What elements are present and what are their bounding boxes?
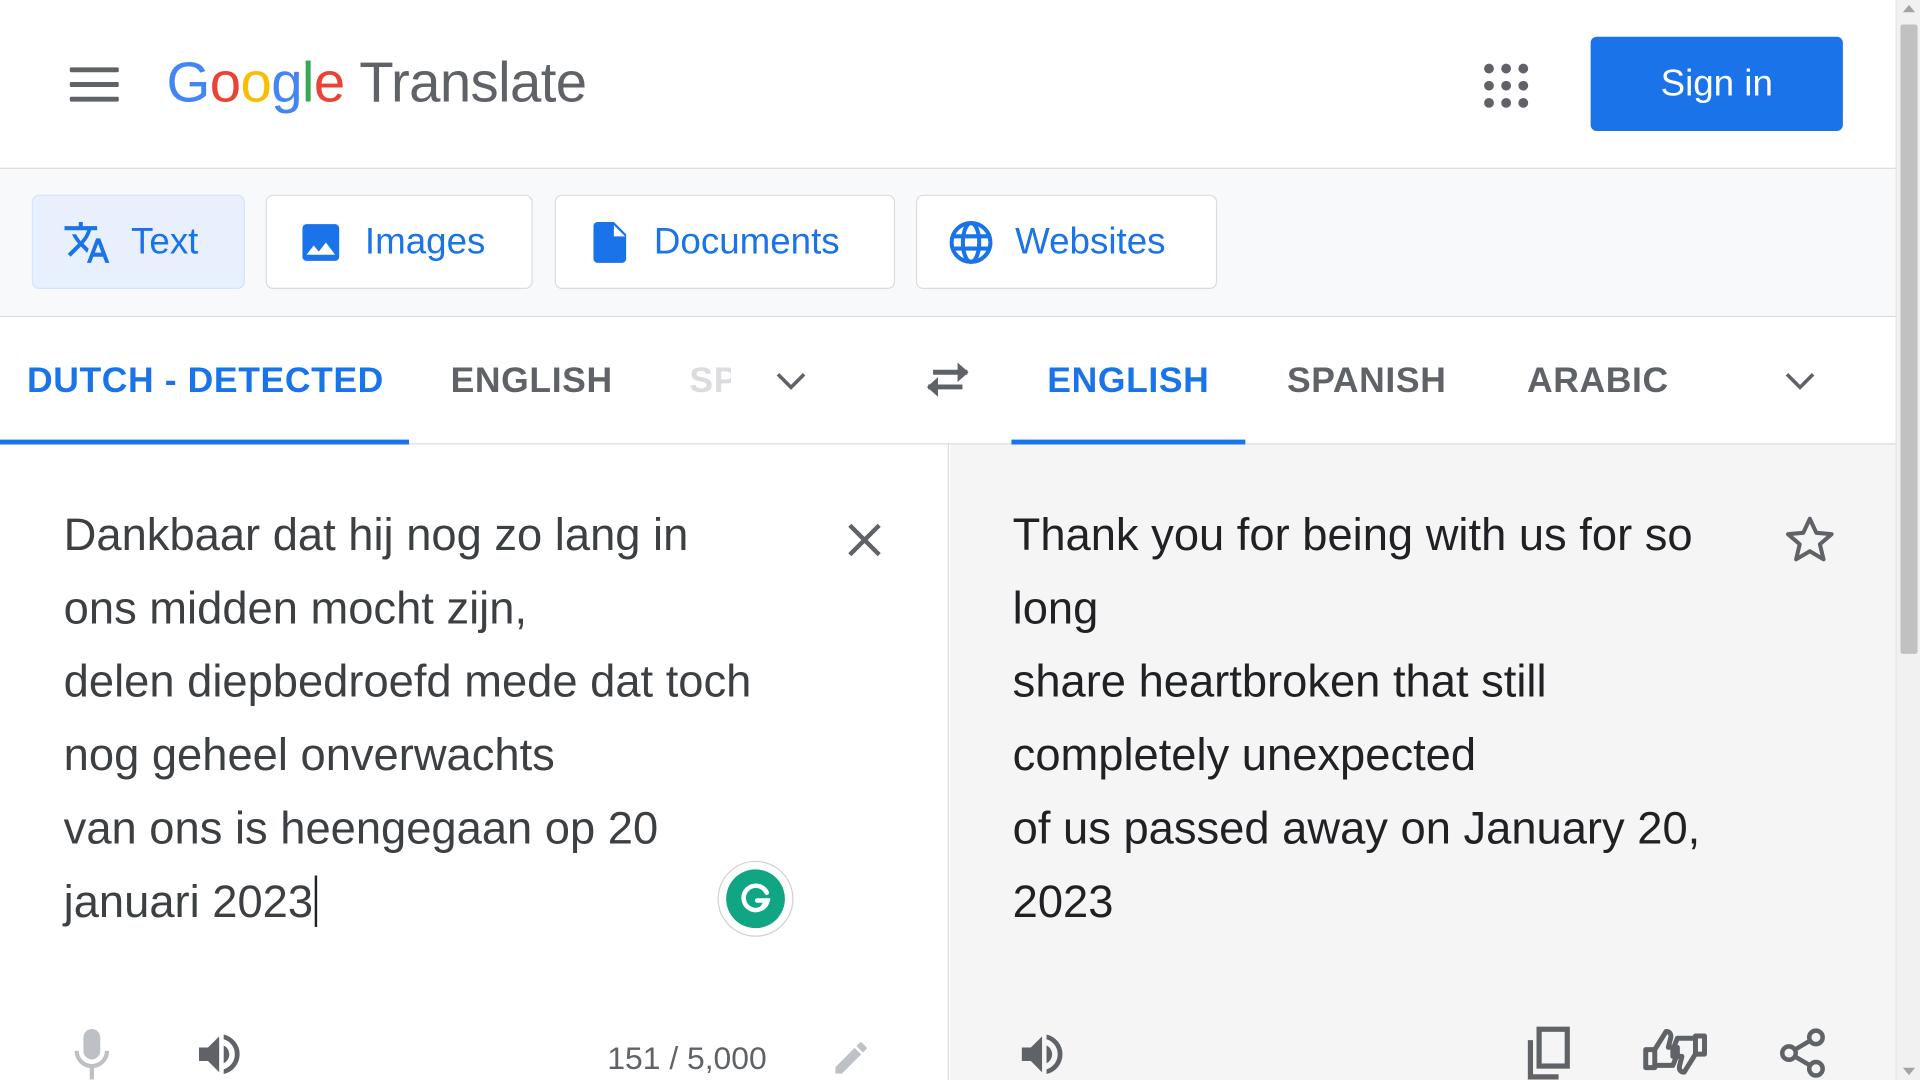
globe-icon — [949, 220, 993, 264]
image-icon — [302, 223, 340, 261]
target-lang-spanish-tab[interactable]: SPANISH — [1287, 317, 1447, 444]
mode-text-label: Text — [131, 221, 199, 262]
source-text-input[interactable]: Dankbaar dat hij nog zo lang in ons midde… — [64, 498, 799, 939]
app-root: Google Translate Sign in Text Images Docu… — [0, 0, 1920, 1080]
target-lang-arabic-tab[interactable]: ARABIC — [1527, 317, 1669, 444]
document-icon — [593, 221, 627, 263]
scrollbar-thumb[interactable] — [1900, 24, 1918, 654]
scroll-up-arrow-icon[interactable] — [1902, 4, 1916, 13]
page-scrollbar[interactable] — [1895, 0, 1920, 1080]
source-lang-english-tab[interactable]: ENGLISH — [451, 317, 613, 444]
listen-translation-speaker-icon[interactable] — [1014, 1027, 1070, 1080]
target-lang-english-tab[interactable]: ENGLISH — [1011, 317, 1246, 445]
rate-translation-thumbs-icon[interactable] — [1641, 1022, 1710, 1080]
translation-panel: Thank you for being with us for so long sh… — [950, 444, 1896, 1080]
mode-documents-label: Documents — [653, 221, 840, 262]
mode-websites-label: Websites — [1015, 221, 1166, 262]
target-lang-more-chevron-icon[interactable] — [1780, 361, 1819, 400]
grammarly-icon — [726, 869, 785, 929]
edit-pencil-icon[interactable] — [830, 1037, 872, 1079]
google-apps-icon[interactable] — [1484, 63, 1529, 108]
mode-images-label: Images — [364, 221, 486, 262]
listen-source-speaker-icon[interactable] — [191, 1027, 247, 1080]
mode-images-button[interactable]: Images — [265, 194, 533, 289]
grammarly-button[interactable] — [717, 860, 794, 937]
mode-documents-button[interactable]: Documents — [554, 194, 896, 289]
share-translation-icon[interactable] — [1776, 1025, 1830, 1080]
product-name: Translate — [359, 50, 587, 114]
character-counter: 151 / 5,000 — [607, 1039, 767, 1077]
google-translate-logo[interactable]: Google Translate — [167, 49, 588, 115]
source-lang-spanish-tab[interactable]: SPANISH — [689, 317, 731, 444]
mode-text-button[interactable]: Text — [31, 194, 245, 289]
translation-output: Thank you for being with us for so long sh… — [1012, 509, 1701, 927]
top-header: Google Translate Sign in — [0, 0, 1896, 169]
microphone-icon[interactable] — [71, 1027, 113, 1080]
copy-translation-icon[interactable] — [1523, 1025, 1572, 1080]
text-caret — [314, 875, 317, 927]
translate-icon — [64, 221, 110, 263]
mode-tabs: Text Images Documents Websites — [0, 168, 1896, 318]
sign-in-button[interactable]: Sign in — [1590, 36, 1843, 132]
source-lang-detected-tab[interactable]: DUTCH - DETECTED — [0, 317, 409, 445]
scroll-down-arrow-icon[interactable] — [1902, 1067, 1916, 1076]
swap-languages-icon[interactable] — [921, 355, 975, 404]
mode-websites-button[interactable]: Websites — [915, 194, 1218, 289]
source-lang-more-chevron-icon[interactable] — [771, 361, 810, 400]
save-translation-star-icon[interactable] — [1783, 513, 1837, 567]
hamburger-menu-icon[interactable] — [69, 67, 119, 104]
source-panel: Dankbaar dat hij nog zo lang in ons midde… — [0, 444, 949, 1080]
clear-text-close-icon[interactable] — [842, 518, 886, 562]
